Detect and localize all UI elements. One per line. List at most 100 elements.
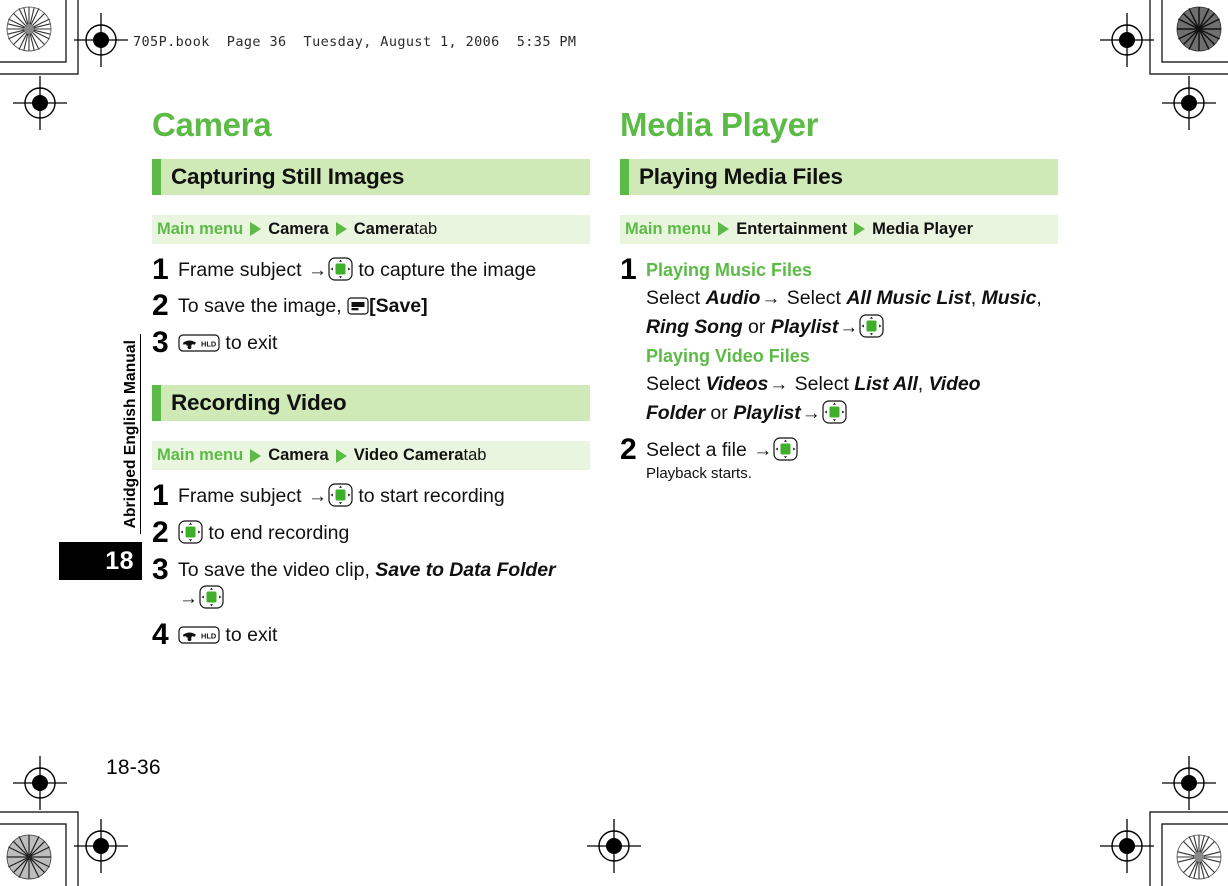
chapter-number-badge: 18	[59, 542, 142, 580]
right-arrow-icon: →	[801, 402, 821, 424]
menu-path-bar: Main menu Entertainment Media Player	[620, 214, 1058, 244]
nav-key-icon	[822, 400, 847, 424]
step-body: To save the image, [Save]	[178, 290, 590, 320]
section-accent-bar	[620, 158, 629, 195]
step-text: To save the video clip,	[178, 558, 376, 581]
menu-item-name: Videos	[705, 373, 769, 396]
menu-path-item: Media Player	[872, 219, 974, 238]
menu-path-arrow-icon	[250, 448, 262, 463]
menu-path-item: Camera	[268, 219, 329, 238]
nav-key-icon	[773, 436, 798, 461]
menu-item-name: Video	[928, 373, 981, 396]
step-text: Frame subject	[178, 258, 307, 281]
section-heading-band: Playing Media Files	[620, 158, 1058, 195]
section-heading-text: Playing Media Files	[639, 163, 843, 189]
menu-path-item: Camera	[353, 219, 415, 238]
right-arrow-icon: →	[307, 486, 327, 508]
menu-path-arrow-icon	[335, 448, 347, 463]
right-arrow-icon: →	[769, 374, 789, 396]
step-item: 2 to end recording	[152, 517, 590, 548]
softkey-label: [Save]	[369, 295, 428, 318]
step-number: 4	[152, 617, 169, 651]
menu-path-arrow-icon	[854, 222, 866, 237]
step-text: To save the image,	[178, 295, 348, 318]
menu-path-item: Entertainment	[736, 219, 848, 238]
step-text: or	[742, 315, 771, 338]
step-item: 2 To save the image, [Save]	[152, 289, 590, 323]
right-arrow-icon: →	[761, 288, 781, 310]
nav-key-icon	[328, 257, 353, 281]
step-number: 1	[152, 479, 169, 513]
step-body: Playing Music Files Select Audio→ Select …	[646, 254, 1058, 428]
step-item: 4 HLD to exit	[152, 619, 590, 649]
menu-path-suffix: tab	[463, 446, 487, 465]
step-text: to exit	[220, 331, 278, 354]
step-item: 1 Frame subject → to start recording	[152, 480, 590, 511]
menu-item-name: All Music List	[846, 287, 971, 310]
menu-path-bar: Main menu Camera Video Camera tab	[152, 441, 590, 471]
svg-text:HLD: HLD	[201, 339, 217, 348]
right-arrow-icon: →	[753, 439, 773, 461]
step-text: Select a file	[646, 438, 753, 461]
step-text: ,	[1036, 287, 1042, 310]
chapter-title: Camera	[152, 106, 272, 143]
step-text: Frame subject	[178, 485, 307, 508]
menu-item-name: Audio	[705, 287, 761, 310]
step-body: HLD to exit	[178, 619, 590, 649]
menu-item-name: List All	[854, 373, 918, 396]
soft-key-icon	[347, 297, 369, 315]
menu-path-suffix: tab	[414, 219, 438, 238]
right-arrow-icon: →	[839, 316, 859, 338]
step-list: 1 Frame subject → to capture the image 2 To…	[152, 254, 590, 358]
section-heading-band: Recording Video	[152, 385, 590, 422]
svg-text:HLD: HLD	[201, 631, 217, 640]
step-text: to capture the image	[352, 258, 537, 281]
menu-path-arrow-icon	[250, 222, 262, 237]
step-text: ,	[970, 287, 982, 310]
step-item: 3 HLD to exit	[152, 327, 590, 358]
book-file-header: 705P.book Page 36 Tuesday, August 1, 200…	[133, 34, 577, 50]
nav-key-icon	[859, 314, 884, 338]
section-heading-band: Capturing Still Images	[152, 158, 590, 195]
step-body: Frame subject → to capture the image	[178, 254, 590, 285]
step-text: Select	[781, 287, 847, 310]
step-body: HLD to exit	[178, 327, 590, 357]
step-body: Frame subject → to start recording	[178, 480, 590, 511]
page-folio: 18-36	[106, 756, 161, 779]
menu-item-name: Playlist	[770, 315, 839, 338]
step-number: 1	[152, 252, 169, 286]
menu-path-arrow-icon	[718, 222, 730, 237]
step-text: Select	[646, 287, 706, 310]
step-body: to end recording	[178, 517, 590, 547]
step-list: 1 Frame subject → to start recording 2 to …	[152, 480, 590, 649]
menu-path-arrow-icon	[335, 222, 347, 237]
step-text: Select	[646, 373, 706, 396]
step-subheading: Playing Music Files	[646, 259, 813, 280]
menu-item-name: Playlist	[733, 401, 801, 424]
sidebar: Abridged English Manual 18	[56, 330, 142, 580]
step-body: Select a file → Playback starts.	[646, 434, 1058, 485]
section-accent-bar	[152, 385, 161, 422]
step-text: or	[705, 401, 734, 424]
step-number: 2	[152, 289, 169, 323]
content-column-right: Media Player Playing Media Files Main menu…	[620, 106, 1058, 512]
step-number: 3	[152, 552, 169, 586]
chapter-title: Media Player	[620, 106, 819, 143]
step-item: 3 To save the video clip, Save to Data Fo…	[152, 554, 590, 613]
menu-path-bar: Main menu Camera Camera tab	[152, 214, 590, 244]
step-text: Select	[789, 373, 855, 396]
step-item: 1 Frame subject → to capture the image	[152, 254, 590, 285]
sidebar-divider	[140, 334, 141, 534]
menu-path-item: Camera	[268, 446, 329, 465]
step-item: 2 Select a file → Playback starts.	[620, 434, 1058, 485]
right-arrow-icon: →	[307, 259, 327, 281]
end-hld-key-icon: HLD	[178, 626, 220, 644]
menu-path-root: Main menu	[157, 219, 244, 238]
step-text: to end recording	[203, 522, 350, 545]
step-body: To save the video clip, Save to Data Fol…	[178, 554, 590, 613]
step-text: ,	[917, 373, 929, 396]
step-text: to exit	[220, 623, 278, 646]
